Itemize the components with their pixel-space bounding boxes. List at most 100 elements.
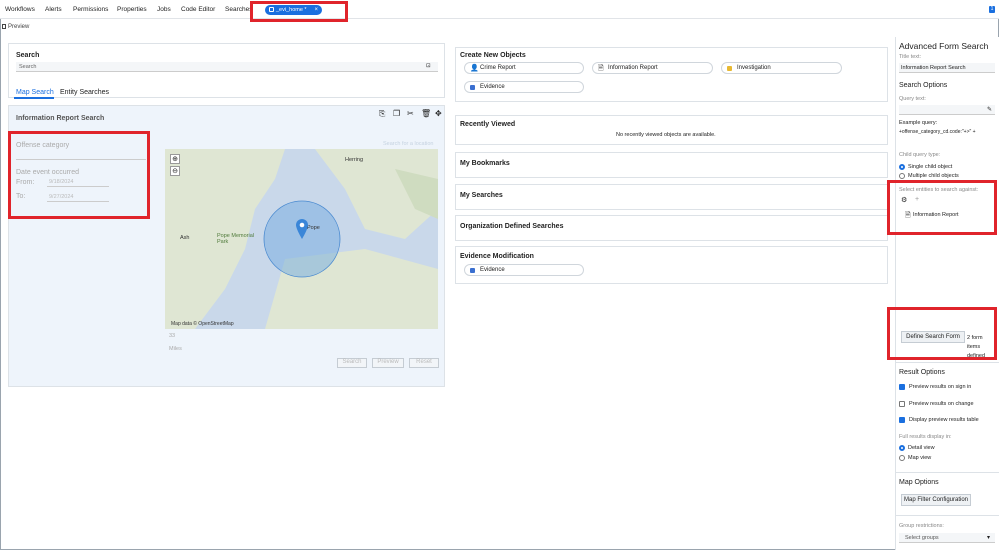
- nav-searches[interactable]: Searches: [225, 6, 252, 13]
- create-information-report[interactable]: 🗎 Information Report: [592, 62, 713, 74]
- preview-signin-label: Preview results on sign in: [909, 384, 972, 390]
- group-restrictions-label: Group restrictions:: [899, 523, 944, 529]
- example-label: Example query:: [899, 120, 938, 126]
- search-panel: Search Search ⊡ Map Search Entity Search…: [8, 43, 445, 99]
- advanced-form-search-panel: Advanced Form Search Title text: Informa…: [895, 37, 999, 550]
- example-value: +offense_category_cd.code:"+>" +: [899, 129, 976, 135]
- tab-indicator: [14, 97, 54, 99]
- notification-badge[interactable]: 1: [989, 6, 995, 13]
- display-table-label: Display preview results table: [909, 417, 979, 423]
- tab-map-search[interactable]: Map Search: [16, 89, 54, 96]
- create-investigation[interactable]: Investigation: [721, 62, 842, 74]
- divider: [896, 472, 999, 473]
- query-text-label: Query text:: [899, 96, 926, 102]
- evidence-icon: [470, 85, 475, 90]
- search-placeholder: Search: [19, 64, 37, 70]
- highlight-define-form: [887, 307, 997, 360]
- preview-change-label: Preview results on change: [909, 401, 974, 407]
- highlight-tab: [250, 1, 348, 22]
- preview-signin-checkbox[interactable]: [899, 384, 905, 390]
- map-pin-icon[interactable]: [295, 218, 309, 240]
- evidence-modification-card: Evidence Modification Evidence: [455, 246, 888, 284]
- evidence-icon: [470, 268, 475, 273]
- top-nav: Workflows Alerts Permissions Properties …: [0, 0, 999, 19]
- chip-label: Information Report: [608, 65, 658, 71]
- search-input[interactable]: Search ⊡: [16, 62, 438, 72]
- bookmarks-card[interactable]: My Bookmarks: [455, 152, 888, 178]
- map-view-label: Map view: [908, 455, 932, 461]
- tab-entity-searches[interactable]: Entity Searches: [60, 89, 109, 96]
- detail-view-label: Detail view: [908, 445, 935, 451]
- child-query-label: Child query type:: [899, 152, 941, 158]
- map-label-ash: Ash: [180, 235, 190, 241]
- multiple-child-label: Multiple child objects: [908, 173, 959, 179]
- edit-icon[interactable]: ✎: [987, 106, 992, 113]
- full-results-label: Full results display in:: [899, 434, 952, 440]
- preview-button[interactable]: Preview: [372, 358, 404, 368]
- title-text-input[interactable]: Information Report Search: [899, 63, 995, 73]
- trash-icon[interactable]: 🗑: [421, 109, 431, 118]
- detail-view-radio[interactable]: [899, 445, 905, 451]
- multiple-child-radio[interactable]: [899, 173, 905, 179]
- chip-label: Evidence: [480, 84, 505, 90]
- map-options-label: Map Options: [899, 479, 939, 486]
- searches-title: My Searches: [460, 192, 503, 199]
- cut-icon[interactable]: ✂: [407, 109, 414, 118]
- title-text-value: Information Report Search: [901, 65, 966, 71]
- select-groups-dropdown[interactable]: Select groups ▾: [899, 533, 995, 543]
- org-title: Organization Defined Searches: [460, 223, 564, 230]
- display-table-checkbox[interactable]: [899, 417, 905, 423]
- nav-properties[interactable]: Properties: [117, 6, 147, 13]
- preview-label[interactable]: Preview: [8, 24, 29, 30]
- reset-button[interactable]: Reset: [409, 358, 439, 368]
- map-filter-button[interactable]: Map Filter Configuration: [901, 494, 971, 506]
- single-child-label: Single child object: [908, 164, 953, 170]
- my-searches-card[interactable]: My Searches: [455, 184, 888, 210]
- form-title: Information Report Search: [16, 115, 105, 122]
- create-evidence[interactable]: Evidence: [464, 81, 584, 93]
- preview-change-checkbox[interactable]: [899, 401, 905, 407]
- result-options-label: Result Options: [899, 369, 945, 376]
- folder-icon: [727, 66, 732, 71]
- create-title: Create New Objects: [460, 52, 526, 59]
- query-text-input[interactable]: ✎: [899, 105, 995, 115]
- map-label-park: Pope Memorial Park: [217, 233, 254, 245]
- single-child-radio[interactable]: [899, 164, 905, 170]
- create-objects-card: Create New Objects 👤 Crime Report 🗎 Inform…: [455, 47, 888, 102]
- preview-icon: [2, 24, 6, 29]
- nav-code-editor[interactable]: Code Editor: [181, 6, 215, 13]
- copy-icon[interactable]: ❐: [393, 109, 400, 118]
- map-view-radio[interactable]: [899, 455, 905, 461]
- map-view[interactable]: Herring Ash Pope Memorial Park Pope ⊕ ⊖ …: [165, 149, 438, 329]
- highlight-entities: [887, 180, 997, 235]
- chip-label: Evidence: [480, 267, 505, 273]
- move-icon[interactable]: ✥: [435, 109, 442, 118]
- search-options-label: Search Options: [899, 82, 948, 89]
- panel-title: Advanced Form Search: [899, 41, 989, 51]
- chevron-down-icon: ▾: [987, 535, 991, 541]
- nav-permissions[interactable]: Permissions: [73, 6, 108, 13]
- nav-jobs[interactable]: Jobs: [157, 6, 171, 13]
- miles-label: Miles: [169, 346, 182, 352]
- nav-workflows[interactable]: Workflows: [5, 6, 35, 13]
- recent-empty: No recently viewed objects are available…: [616, 132, 716, 138]
- chip-label: Investigation: [737, 65, 771, 71]
- document-icon: 🗎: [598, 65, 604, 72]
- search-button[interactable]: Search: [337, 358, 367, 368]
- select-groups-text: Select groups: [905, 535, 939, 541]
- map-credit: Map data © OpenStreetMap: [171, 321, 234, 327]
- zoom-out-icon[interactable]: ⊖: [170, 166, 180, 176]
- scan-icon[interactable]: ⊡: [426, 63, 431, 69]
- zoom-in-icon[interactable]: ⊕: [170, 154, 180, 164]
- chip-label: Crime Report: [480, 65, 516, 71]
- recently-viewed-card: Recently Viewed No recently viewed objec…: [455, 115, 888, 145]
- bookmarks-title: My Bookmarks: [460, 160, 510, 167]
- title-text-label: Title text:: [899, 54, 922, 60]
- create-crime-report[interactable]: 👤 Crime Report: [464, 62, 584, 74]
- link-icon[interactable]: ⎘: [379, 109, 385, 119]
- selection-hint: Search for a location: [383, 141, 434, 147]
- nav-alerts[interactable]: Alerts: [45, 6, 62, 13]
- evmod-evidence[interactable]: Evidence: [464, 264, 584, 276]
- preview-bar: Preview: [0, 21, 999, 33]
- org-searches-card[interactable]: Organization Defined Searches: [455, 215, 888, 241]
